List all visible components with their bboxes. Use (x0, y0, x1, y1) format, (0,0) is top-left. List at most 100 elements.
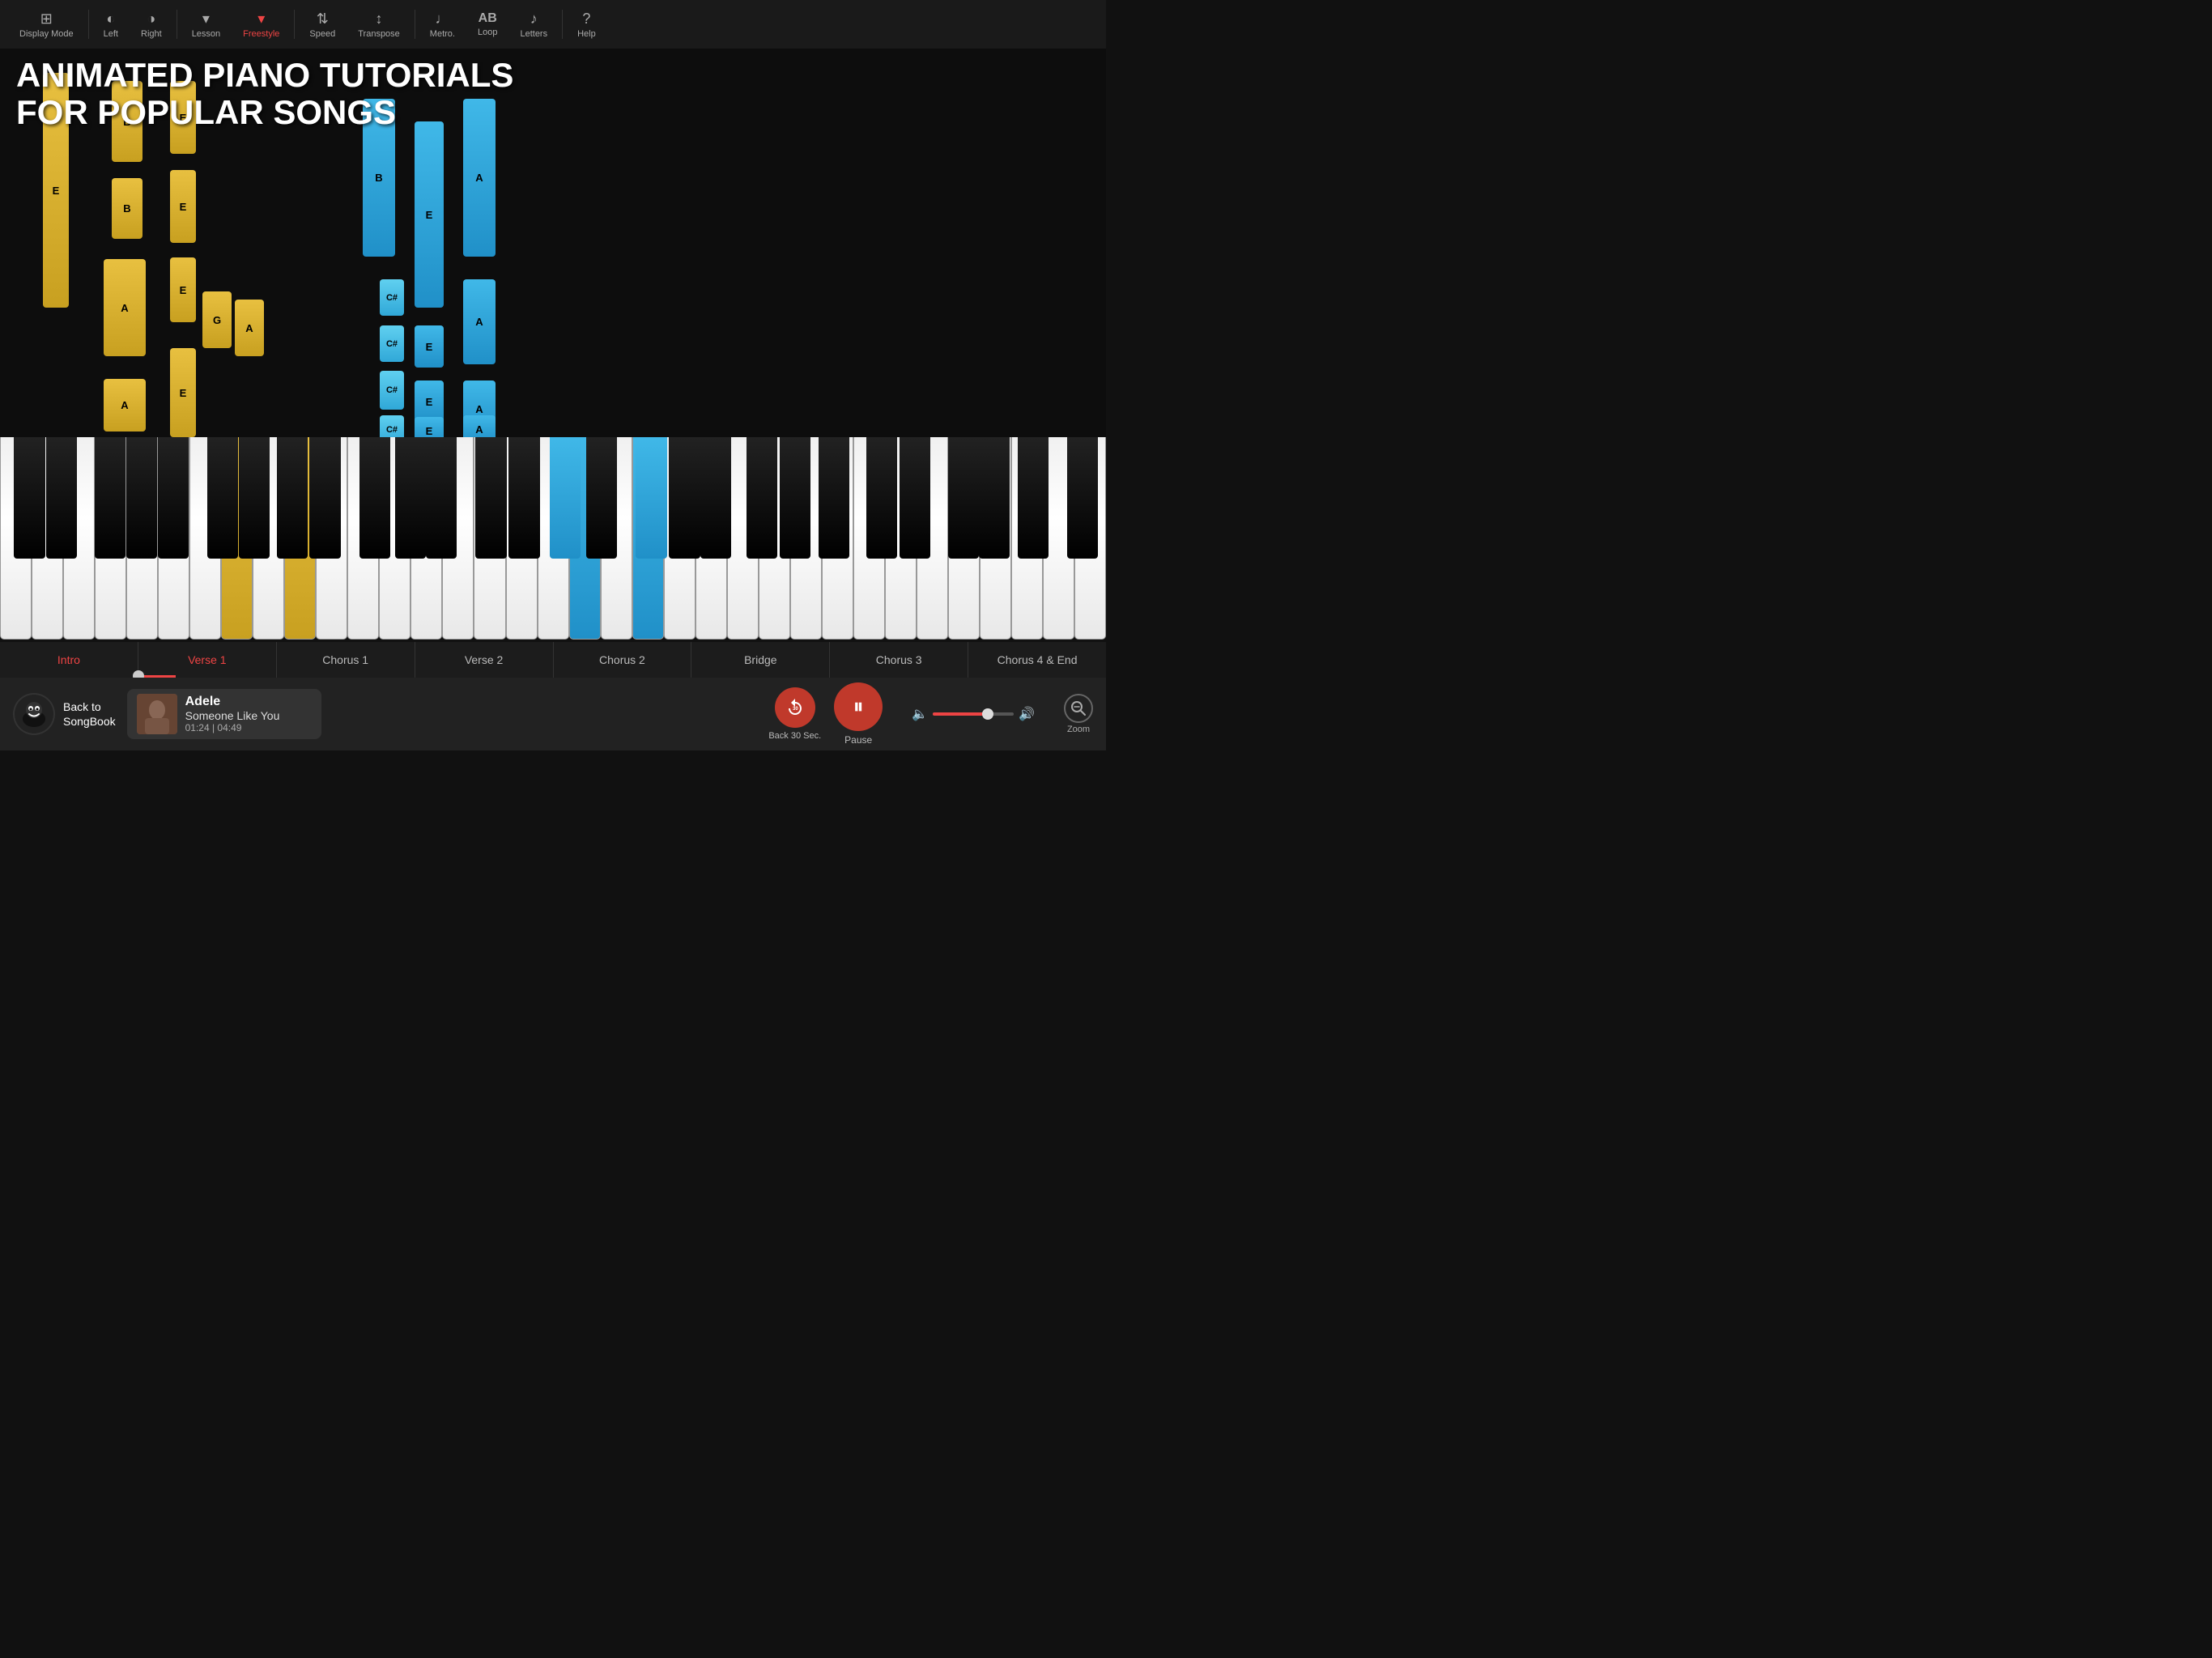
black-key[interactable] (508, 437, 539, 559)
black-key[interactable] (359, 437, 390, 559)
note-bar: A (463, 415, 496, 437)
song-info: Adele Someone Like You 01:24 | 04:49 (127, 689, 321, 739)
black-key[interactable] (866, 437, 897, 559)
toolbar-loop[interactable]: AB Loop (466, 11, 508, 37)
letters-icon: ♪ (530, 11, 538, 28)
play-pause-button[interactable]: ⏸ (834, 682, 883, 731)
piano-container (0, 437, 1106, 640)
song-details: Adele Someone Like You 01:24 | 04:49 (185, 695, 280, 733)
black-key[interactable] (309, 437, 340, 559)
note-bar: C# (380, 415, 404, 437)
black-key[interactable] (979, 437, 1010, 559)
toolbar-help[interactable]: ? Help (566, 11, 607, 39)
black-key[interactable] (747, 437, 777, 559)
note-bar: A (104, 379, 146, 432)
toolbar: ⊞ Display Mode ◐ Left ◑ Right ▾ Lesson ▾… (0, 0, 1106, 49)
black-key[interactable] (1018, 437, 1049, 559)
black-key-blue[interactable] (636, 437, 666, 559)
note-bar: A (463, 279, 496, 364)
timeline-verse2[interactable]: Verse 2 (415, 642, 554, 678)
toolbar-transpose[interactable]: ↕ Transpose (347, 11, 411, 39)
black-key[interactable] (780, 437, 810, 559)
timeline-chorus4[interactable]: Chorus 4 & End (968, 642, 1106, 678)
volume-slider[interactable] (933, 712, 1014, 716)
note-bar: E (415, 417, 444, 437)
black-key[interactable] (475, 437, 506, 559)
metro-icon: ♩ (435, 11, 449, 28)
toolbar-letters[interactable]: ♪ Letters (508, 11, 559, 39)
bottom-bar: Back to SongBook Adele Someone Like You … (0, 678, 1106, 750)
note-bar: B (112, 178, 143, 239)
volume-low-icon: 🔈 (912, 706, 928, 722)
black-key[interactable] (426, 437, 457, 559)
black-key[interactable] (95, 437, 125, 559)
note-bar: C# (380, 371, 404, 410)
black-key[interactable] (819, 437, 849, 559)
black-key[interactable] (900, 437, 930, 559)
loop-icon: AB (479, 11, 497, 26)
fall-area: ANIMATED PIANO TUTORIALS FOR POPULAR SON… (0, 49, 1106, 437)
speed-icon: ⇅ (317, 11, 329, 28)
timeline-intro[interactable]: Intro (0, 642, 138, 678)
black-key[interactable] (46, 437, 77, 559)
black-key[interactable] (1067, 437, 1098, 559)
black-key[interactable] (948, 437, 979, 559)
zoom-button[interactable]: Zoom (1064, 694, 1093, 734)
volume-thumb[interactable] (982, 708, 993, 720)
playback-controls: 30 Back 30 Sec. ⏸ Pause 🔈 🔊 (768, 682, 1093, 746)
timeline: Intro Verse 1 Chorus 1 Verse 2 Chorus 2 … (0, 642, 1106, 678)
black-key[interactable] (700, 437, 731, 559)
black-key[interactable] (126, 437, 157, 559)
toolbar-left[interactable]: ◐ Left (92, 11, 130, 39)
avatar-icon (13, 693, 55, 735)
back-songbook-label: Back to SongBook (63, 699, 116, 729)
transpose-icon: ↕ (376, 11, 383, 28)
pause-label: Pause (844, 734, 872, 746)
lesson-icon: ▾ (202, 11, 210, 28)
toolbar-speed[interactable]: ⇅ Speed (298, 11, 347, 39)
back30-button[interactable]: 30 (775, 687, 815, 728)
zoom-label: Zoom (1067, 725, 1090, 734)
display-mode-icon: ⊞ (40, 11, 53, 28)
black-key[interactable] (239, 437, 270, 559)
black-key-blue[interactable] (550, 437, 581, 559)
black-key-yellow[interactable] (277, 437, 308, 559)
note-bar: C# (380, 279, 404, 316)
right-icon: ◑ (147, 11, 155, 28)
svg-text:30: 30 (793, 707, 798, 712)
song-artist: Adele (185, 695, 280, 709)
note-bar: G (202, 291, 232, 348)
black-key[interactable] (207, 437, 238, 559)
note-bar: E (170, 170, 196, 243)
watermark: ANIMATED PIANO TUTORIALS FOR POPULAR SON… (16, 57, 513, 131)
timeline-bridge[interactable]: Bridge (691, 642, 830, 678)
toolbar-freestyle[interactable]: ▾ Freestyle (232, 11, 291, 39)
volume-high-icon: 🔊 (1019, 706, 1035, 722)
note-bar: E (170, 257, 196, 322)
note-bar: A (104, 259, 146, 356)
note-bar: C# (380, 325, 404, 362)
song-thumbnail (137, 694, 177, 734)
black-key[interactable] (158, 437, 189, 559)
black-key[interactable] (586, 437, 617, 559)
black-key[interactable] (395, 437, 426, 559)
note-bar: A (235, 300, 264, 356)
timeline-verse1[interactable]: Verse 1 (138, 642, 277, 678)
timeline-chorus2[interactable]: Chorus 2 (554, 642, 692, 678)
help-icon: ? (582, 11, 590, 28)
freestyle-icon: ▾ (257, 11, 265, 28)
song-title: Someone Like You (185, 709, 280, 722)
note-bar: E (170, 348, 196, 437)
song-time: 01:24 | 04:49 (185, 722, 280, 733)
back-to-songbook-button[interactable]: Back to SongBook (13, 693, 116, 735)
left-icon: ◐ (106, 11, 115, 28)
toolbar-right[interactable]: ◑ Right (130, 11, 173, 39)
toolbar-display-mode[interactable]: ⊞ Display Mode (8, 11, 85, 39)
toolbar-metro[interactable]: ♩ Metro. (419, 11, 466, 39)
black-key[interactable] (669, 437, 700, 559)
volume-control: 🔈 🔊 (912, 706, 1035, 722)
black-key[interactable] (14, 437, 45, 559)
timeline-chorus3[interactable]: Chorus 3 (830, 642, 968, 678)
timeline-chorus1[interactable]: Chorus 1 (277, 642, 415, 678)
toolbar-lesson[interactable]: ▾ Lesson (181, 11, 232, 39)
